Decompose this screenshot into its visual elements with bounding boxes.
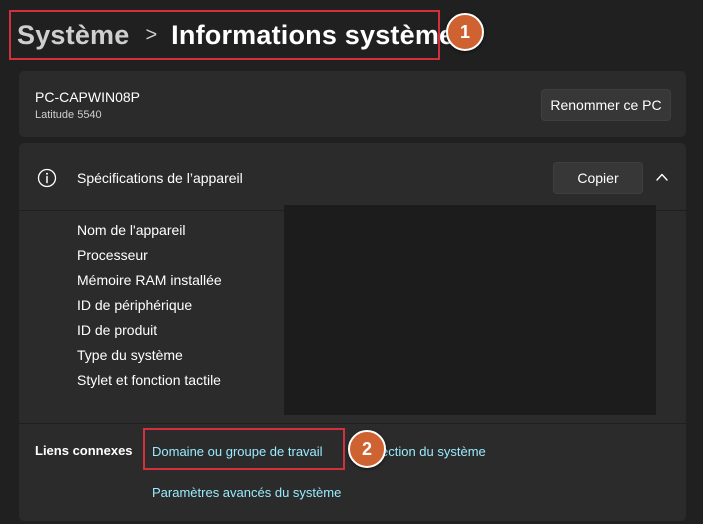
chevron-right-icon: > [145,23,158,46]
spec-label-system-type: Type du système [77,347,183,363]
spec-label-pen-touch: Stylet et fonction tactile [77,372,221,388]
link-domain-workgroup[interactable]: Domaine ou groupe de travail [152,444,323,459]
annotation-step-1-badge: 1 [446,13,484,51]
spec-label-device-name: Nom de l'appareil [77,222,186,238]
divider [19,423,686,424]
spec-label-product-id: ID de produit [77,322,158,338]
spec-label-processor: Processeur [77,247,148,263]
device-specifications-header[interactable]: Spécifications de l’appareil Copier [19,143,686,211]
spec-label-device-id: ID de périphérique [77,297,193,313]
device-specifications-card: Spécifications de l’appareil Copier Nom … [19,143,686,521]
settings-window: Système > Informations système 1 PC-CAPW… [0,0,703,524]
device-name-card: PC-CAPWIN08P Latitude 5540 Renommer ce P… [19,71,686,137]
device-specifications-title: Spécifications de l’appareil [77,170,243,186]
annotation-step-2-badge: 2 [348,430,386,468]
redacted-values-block [284,205,656,415]
link-advanced-system-settings[interactable]: Paramètres avancés du système [152,485,341,500]
breadcrumb-parent-systeme[interactable]: Système [17,20,129,51]
breadcrumb: Système > Informations système [17,14,454,56]
page-title: Informations système [171,19,455,50]
chevron-up-icon[interactable] [655,170,669,184]
specifications-list: Nom de l'appareil Processeur Mémoire RAM… [77,221,222,396]
spec-label-ram: Mémoire RAM installée [77,272,222,288]
rename-pc-button[interactable]: Renommer ce PC [541,89,671,121]
related-links-title: Liens connexes [35,443,133,458]
link-system-protection[interactable]: ection du système [381,444,486,459]
info-icon [37,168,57,188]
pc-model: Latitude 5540 [35,109,102,121]
copy-button[interactable]: Copier [553,162,643,194]
pc-name: PC-CAPWIN08P [35,89,141,105]
